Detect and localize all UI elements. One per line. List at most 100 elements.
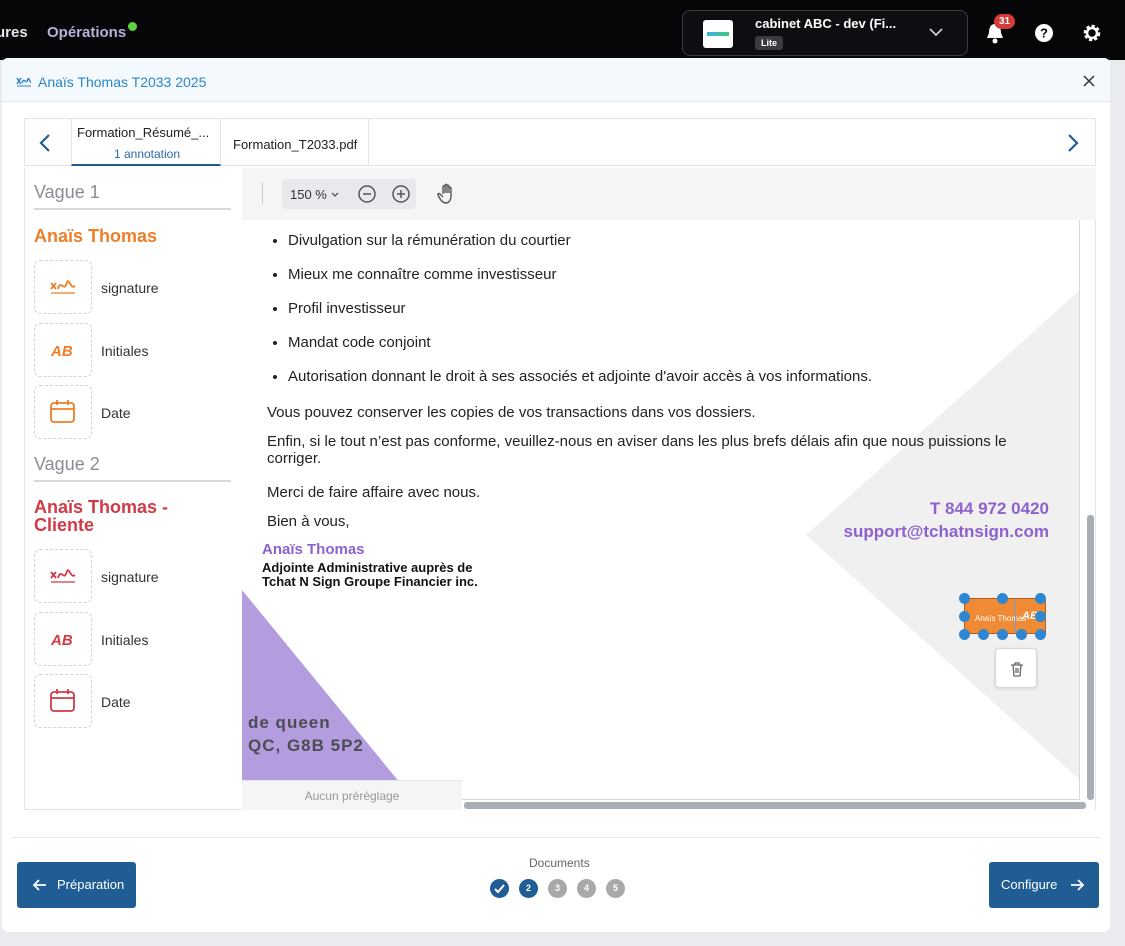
divider: [34, 480, 231, 482]
zoom-select[interactable]: 150 %: [290, 187, 327, 202]
chevron-down-icon: [929, 28, 943, 37]
address-line: QC, G8B 5P2: [248, 736, 364, 755]
initials-icon: AB: [50, 343, 73, 360]
field-initials-wave1[interactable]: AB: [34, 323, 92, 377]
field-label: Initiales: [101, 632, 149, 648]
field-signature-wave1[interactable]: [34, 260, 92, 314]
field-label: Initiales: [101, 343, 149, 359]
preset-selector[interactable]: Aucun préréglage: [242, 780, 462, 810]
resize-handle[interactable]: [959, 611, 970, 622]
field-initials-wave2[interactable]: AB: [34, 612, 92, 666]
step-3[interactable]: 3: [548, 879, 567, 898]
divider: [34, 208, 231, 210]
bullet-item: Divulgation sur la rémunération du court…: [288, 232, 872, 250]
resize-handle[interactable]: [1035, 611, 1046, 622]
initials-icon: AB: [50, 632, 73, 649]
contact-email: support@tchatnsign.com: [843, 522, 1049, 541]
plan-badge: Lite: [755, 36, 784, 50]
calendar-icon: [50, 689, 75, 712]
bullet-item: Profil investisseur: [288, 300, 872, 318]
signature-icon: [16, 77, 32, 87]
step-5[interactable]: 5: [606, 879, 625, 898]
delete-annotation-button[interactable]: [995, 648, 1037, 688]
document-bullet-list: Divulgation sur la rémunération du court…: [288, 232, 872, 402]
resize-handle[interactable]: [997, 593, 1008, 604]
field-date-wave2[interactable]: [34, 674, 92, 728]
zoom-in-icon[interactable]: [391, 184, 411, 204]
bullet-item: Autorisation donnant le droit à ses asso…: [288, 368, 872, 386]
contact-phone: T 844 972 0420: [929, 499, 1049, 518]
signature-icon: [50, 280, 76, 294]
signatory-title: Adjointe Administrative auprès de Tchat …: [262, 561, 478, 589]
wave-title: Vague 2: [34, 454, 100, 474]
document-page: Divulgation sur la rémunération du court…: [242, 220, 1080, 800]
app-topbar: ures Opérations cabinet ABC - dev (Fi...…: [0, 0, 1125, 60]
calendar-icon: [50, 400, 75, 423]
horizontal-scrollbar[interactable]: [464, 802, 1086, 809]
tab-document-2[interactable]: Formation_T2033.pdf: [221, 119, 369, 166]
company-selector[interactable]: cabinet ABC - dev (Fi... Lite: [682, 10, 968, 56]
svg-text:AB: AB: [50, 343, 73, 360]
svg-text:?: ?: [1040, 26, 1048, 41]
zoom-controls: 150 %: [282, 179, 416, 209]
hand-pan-icon[interactable]: [436, 183, 458, 205]
zoom-out-icon[interactable]: [357, 184, 377, 204]
vertical-scrollbar[interactable]: [1087, 515, 1094, 800]
document-tabs: Formation_Résumé_... 1 annotation Format…: [24, 118, 1096, 166]
signatory-name: Anaïs Thomas: [262, 541, 365, 558]
chevron-right-icon[interactable]: [1065, 133, 1081, 153]
resize-handle[interactable]: [978, 629, 989, 640]
resize-handle[interactable]: [997, 629, 1008, 640]
step-1-done[interactable]: [490, 879, 509, 898]
back-to-preparation-button[interactable]: Préparation: [17, 862, 136, 908]
tab-document-1[interactable]: Formation_Résumé_... 1 annotation: [71, 119, 221, 166]
tab-annotation-count: 1 annotation: [113, 147, 181, 161]
nav-item-operations[interactable]: Opérations: [47, 24, 126, 41]
configure-button[interactable]: Configure: [989, 862, 1099, 908]
signer-panel: Vague 1 Anaïs Thomas signature AB Initia…: [24, 168, 242, 810]
field-label: Date: [101, 405, 131, 421]
tab-label: Formation_Résumé_...: [77, 125, 210, 140]
svg-text:AB: AB: [50, 632, 73, 649]
resize-handle[interactable]: [1035, 593, 1046, 604]
resize-handle[interactable]: [959, 629, 970, 640]
signatory-title-line: Adjointe Administrative auprès de: [262, 560, 473, 575]
document-viewer[interactable]: Divulgation sur la rémunération du court…: [242, 220, 1096, 810]
trash-icon: [1011, 662, 1023, 677]
tab-label: Formation_T2033.pdf: [233, 137, 358, 152]
company-logo: [703, 20, 733, 48]
resize-handle[interactable]: [959, 593, 970, 604]
step-2[interactable]: 2: [519, 879, 538, 898]
notification-count: 31: [994, 14, 1016, 29]
signatory-title-line: Tchat N Sign Groupe Financier inc.: [262, 574, 478, 589]
company-name: cabinet ABC - dev (Fi...: [755, 16, 897, 31]
step-4[interactable]: 4: [577, 879, 596, 898]
help-icon[interactable]: ?: [1034, 23, 1054, 43]
arrow-left-icon: [32, 879, 46, 891]
nav-item-partial[interactable]: ures: [0, 24, 28, 41]
bullet-item: Mandat code conjoint: [288, 334, 872, 352]
wave-title: Vague 1: [34, 182, 100, 202]
document-paragraph: Enfin, si le tout n’est pas conforme, ve…: [267, 433, 1007, 467]
button-label: Préparation: [57, 877, 125, 892]
document-modal: Anaïs Thomas T2033 2025 Formation_Résumé…: [2, 58, 1110, 932]
document-paragraph: Vous pouvez conserver les copies de vos …: [267, 404, 756, 421]
gear-icon[interactable]: [1082, 23, 1102, 43]
field-signature-wave2[interactable]: [34, 549, 92, 603]
address-line: de queen: [248, 713, 331, 732]
close-icon[interactable]: [1082, 74, 1096, 88]
check-icon: [494, 884, 505, 894]
toolbar-divider: [262, 182, 263, 204]
footer-divider: [12, 837, 1100, 838]
signature-icon: [50, 569, 76, 583]
arrow-right-icon: [1071, 879, 1085, 891]
field-date-wave1[interactable]: [34, 385, 92, 439]
chevron-down-icon[interactable]: [330, 190, 340, 200]
resize-handle[interactable]: [1035, 629, 1046, 640]
chevron-left-icon[interactable]: [37, 133, 53, 153]
modal-header: Anaïs Thomas T2033 2025: [2, 58, 1110, 102]
resize-handle[interactable]: [1016, 629, 1027, 640]
signer-name: Anaïs Thomas - Cliente: [34, 497, 169, 535]
field-label: signature: [101, 569, 159, 585]
status-dot: [128, 22, 137, 31]
